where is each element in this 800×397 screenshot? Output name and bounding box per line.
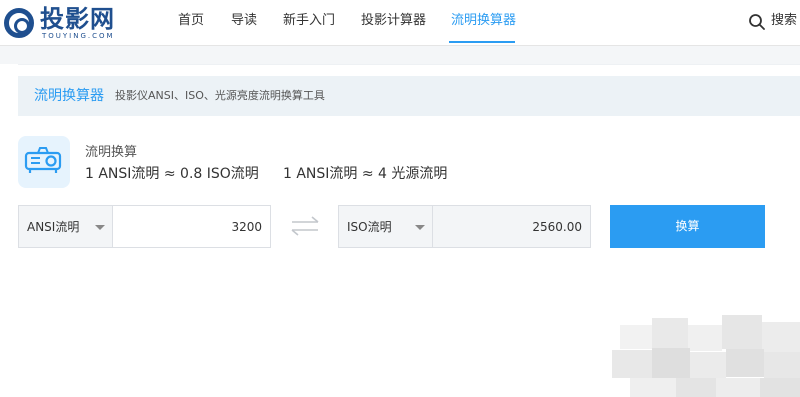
formula-ansi-iso: 1 ANSI流明 ≈ 0.8 ISO流明 — [85, 166, 259, 182]
page-background — [0, 46, 800, 64]
tool-title-bar: 流明换算器 投影仪ANSI、ISO、光源亮度流明换算工具 — [18, 76, 800, 116]
nav-item-lumen-converter[interactable]: 流明换算器 — [451, 12, 516, 30]
convert-button[interactable]: 换算 — [610, 205, 765, 248]
caret-down-icon — [415, 225, 425, 230]
from-unit-select[interactable]: ANSI流明 — [18, 205, 113, 248]
search-icon — [749, 14, 765, 30]
from-value: 3200 — [231, 220, 262, 234]
swap-arrows-icon[interactable] — [289, 214, 321, 238]
tool-title: 流明换算器 — [34, 88, 104, 104]
from-value-input[interactable]: 3200 — [112, 205, 271, 248]
nav-item-beginner[interactable]: 新手入门 — [283, 12, 335, 30]
tool-subtitle: 投影仪ANSI、ISO、光源亮度流明换算工具 — [115, 89, 325, 102]
nav-item-home[interactable]: 首页 — [178, 12, 204, 30]
logo-mark — [4, 8, 34, 38]
logo-text: 投影网 — [40, 5, 115, 33]
projector-icon-box — [18, 136, 70, 188]
to-value: 2560.00 — [532, 220, 582, 234]
logo-subtext: TOUYING.COM — [42, 32, 115, 40]
top-header: 投影网 TOUYING.COM 首页 导读 新手入门 投影计算器 流明换算器 搜… — [0, 0, 800, 46]
nav-active-indicator — [449, 41, 515, 43]
from-unit-label: ANSI流明 — [27, 220, 80, 234]
search-label: 搜索 — [771, 13, 798, 28]
info-label: 流明换算 — [85, 145, 138, 160]
to-unit-label: ISO流明 — [347, 220, 392, 234]
site-logo[interactable]: 投影网 TOUYING.COM — [4, 4, 134, 40]
to-value-output: 2560.00 — [432, 205, 591, 248]
caret-down-icon — [95, 225, 105, 230]
to-unit-select[interactable]: ISO流明 — [338, 205, 433, 248]
projector-icon — [24, 147, 62, 173]
formula-ansi-lamp: 1 ANSI流明 ≈ 4 光源流明 — [283, 166, 448, 182]
nav-item-calculator[interactable]: 投影计算器 — [361, 12, 426, 30]
nav-item-guide[interactable]: 导读 — [231, 12, 257, 30]
